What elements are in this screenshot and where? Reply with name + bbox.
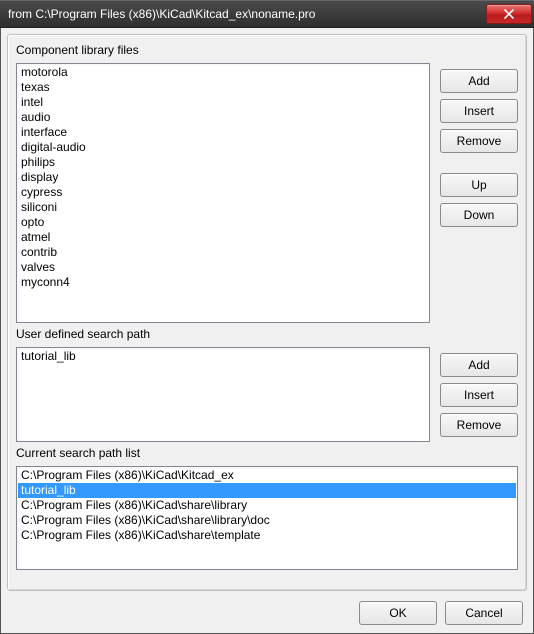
userpath-insert-button[interactable]: Insert — [440, 383, 518, 407]
list-item[interactable]: siliconi — [18, 200, 428, 215]
list-item[interactable]: tutorial_lib — [18, 483, 516, 498]
list-item[interactable]: motorola — [18, 65, 428, 80]
list-item[interactable]: C:\Program Files (x86)\KiCad\share\templ… — [18, 528, 516, 543]
client-area: Component library files motorolatexasint… — [0, 28, 534, 634]
libs-down-button[interactable]: Down — [440, 203, 518, 227]
dialog-footer: OK Cancel — [7, 597, 527, 627]
ok-button[interactable]: OK — [359, 601, 437, 625]
cancel-button[interactable]: Cancel — [445, 601, 523, 625]
component-library-listbox[interactable]: motorolatexasintelaudiointerfacedigital-… — [16, 63, 430, 323]
list-item[interactable]: intel — [18, 95, 428, 110]
list-item[interactable]: cypress — [18, 185, 428, 200]
user-path-listbox[interactable]: tutorial_lib — [16, 347, 430, 442]
list-item[interactable]: display — [18, 170, 428, 185]
dialog-window: from C:\Program Files (x86)\KiCad\Kitcad… — [0, 0, 534, 634]
libs-up-button[interactable]: Up — [440, 173, 518, 197]
list-item[interactable]: interface — [18, 125, 428, 140]
list-item[interactable]: texas — [18, 80, 428, 95]
libs-add-button[interactable]: Add — [440, 69, 518, 93]
list-item[interactable]: valves — [18, 260, 428, 275]
window-title: from C:\Program Files (x86)\KiCad\Kitcad… — [8, 7, 486, 21]
search-path-listbox[interactable]: C:\Program Files (x86)\KiCad\Kitcad_extu… — [16, 466, 518, 570]
list-item[interactable]: opto — [18, 215, 428, 230]
userpath-remove-button[interactable]: Remove — [440, 413, 518, 437]
list-item[interactable]: philips — [18, 155, 428, 170]
list-item[interactable]: C:\Program Files (x86)\KiCad\share\libra… — [18, 513, 516, 528]
list-item[interactable]: atmel — [18, 230, 428, 245]
close-icon — [504, 9, 514, 19]
libs-insert-button[interactable]: Insert — [440, 99, 518, 123]
list-item[interactable]: C:\Program Files (x86)\KiCad\share\libra… — [18, 498, 516, 513]
list-item[interactable]: C:\Program Files (x86)\KiCad\Kitcad_ex — [18, 468, 516, 483]
close-button[interactable] — [486, 4, 532, 24]
main-panel: Component library files motorolatexasint… — [7, 34, 527, 591]
list-item[interactable]: myconn4 — [18, 275, 428, 290]
search-path-list-label: Current search path list — [16, 446, 518, 460]
list-item[interactable]: audio — [18, 110, 428, 125]
list-item[interactable]: digital-audio — [18, 140, 428, 155]
userpath-add-button[interactable]: Add — [440, 353, 518, 377]
user-path-label: User defined search path — [16, 327, 518, 341]
libs-remove-button[interactable]: Remove — [440, 129, 518, 153]
titlebar[interactable]: from C:\Program Files (x86)\KiCad\Kitcad… — [0, 0, 534, 28]
component-library-label: Component library files — [16, 43, 518, 57]
list-item[interactable]: contrib — [18, 245, 428, 260]
list-item[interactable]: tutorial_lib — [18, 349, 428, 364]
